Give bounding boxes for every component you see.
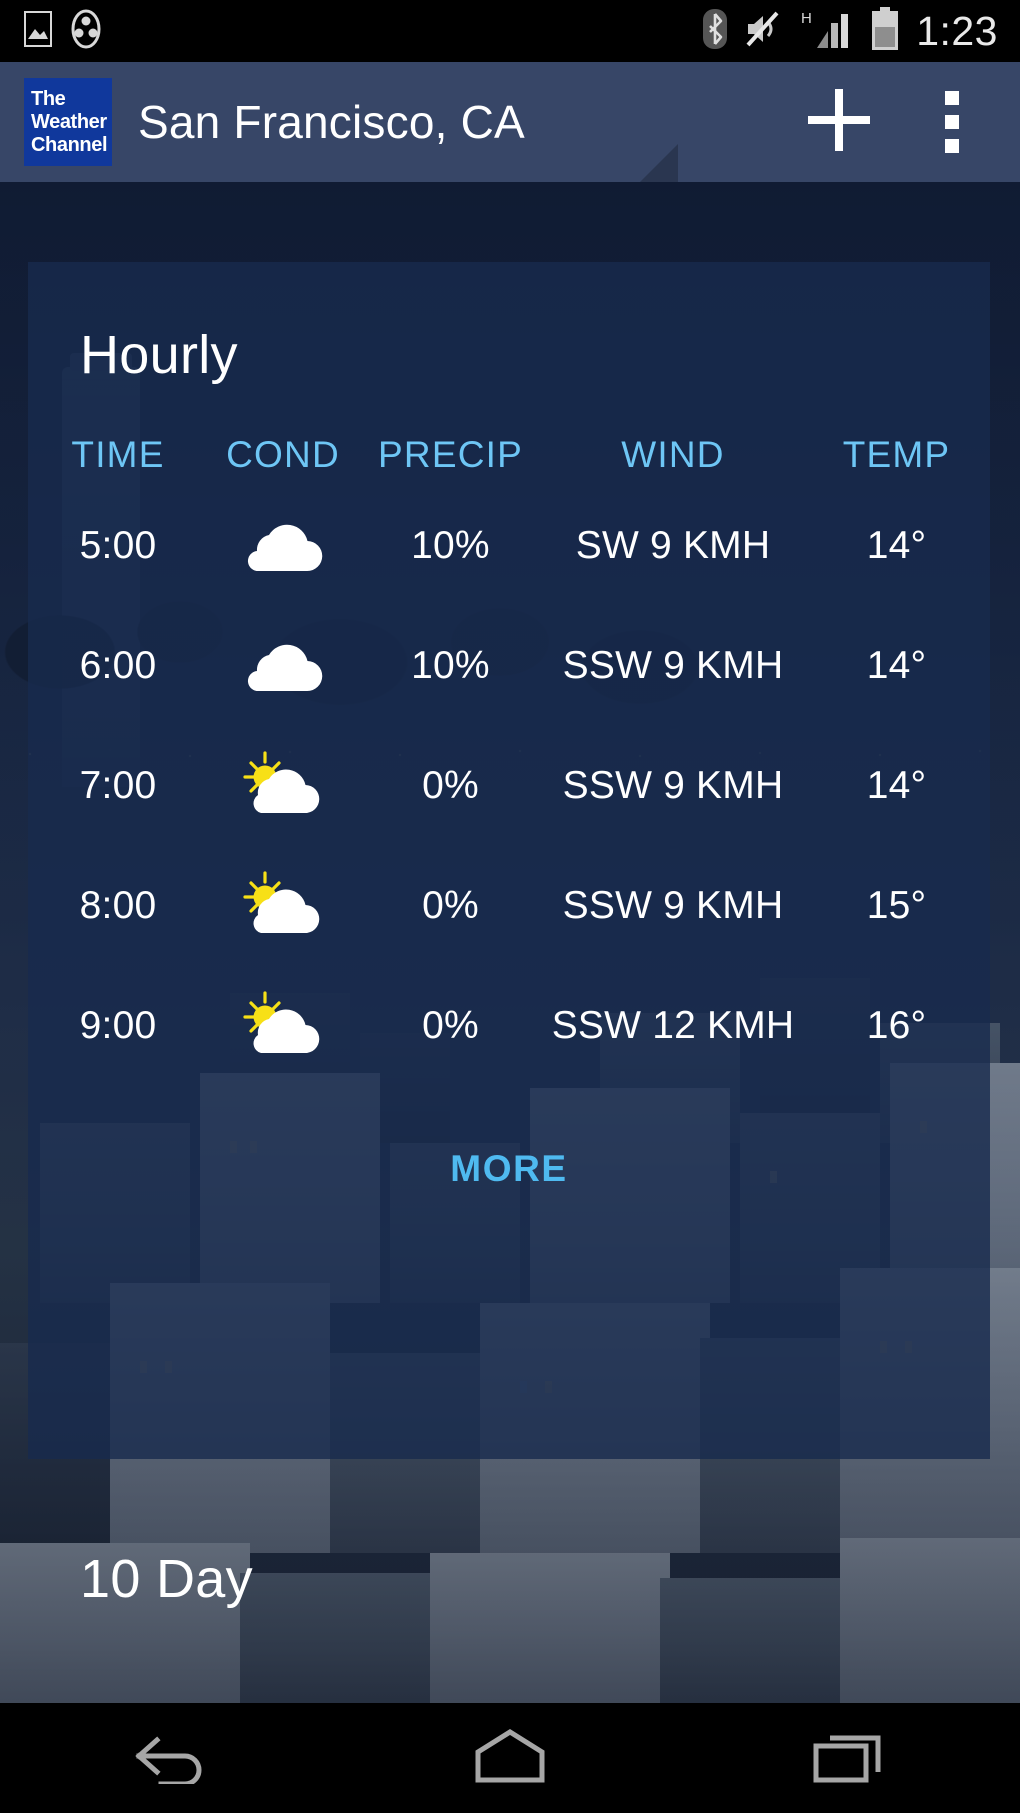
media-icon: [66, 9, 106, 54]
row-wind: SSW 9 KMH: [562, 764, 784, 807]
table-row[interactable]: 8:00 0% SSW 9 KMH 15°: [28, 846, 990, 966]
partly-cloudy-icon: [235, 871, 331, 941]
column-header-cond: COND: [226, 434, 340, 475]
partly-cloudy-icon: [235, 991, 331, 1061]
battery-icon: [870, 6, 900, 56]
row-precip: 10%: [411, 644, 490, 687]
row-wind: SW 9 KMH: [575, 524, 771, 567]
table-row[interactable]: 7:00 0% SSW 9 KMH 14°: [28, 726, 990, 846]
hspa-signal-icon: H: [798, 7, 854, 56]
row-temp: 14°: [866, 764, 927, 807]
row-precip: 10%: [411, 524, 490, 567]
row-cond: [208, 486, 358, 606]
row-temp: 15°: [866, 884, 927, 927]
row-precip: 0%: [422, 764, 479, 807]
nav-home-button[interactable]: [340, 1703, 680, 1813]
logo-line-2: Weather: [31, 110, 107, 133]
app-bar-decoration: [640, 144, 678, 182]
column-header-temp: TEMP: [842, 434, 951, 475]
row-cond: [208, 606, 358, 726]
recents-icon: [812, 1728, 888, 1789]
row-cond: [208, 846, 358, 966]
nav-recents-button[interactable]: [680, 1703, 1020, 1813]
logo-line-1: The: [31, 87, 66, 110]
hourly-table: TIME COND PRECIP WIND TEMP 5:00 10% SW 9…: [28, 434, 990, 1086]
table-row[interactable]: 6:00 10% SSW 9 KMH 14°: [28, 606, 990, 726]
row-cond: [208, 966, 358, 1086]
row-wind: SSW 12 KMH: [551, 1004, 795, 1047]
status-bar: H 1:23: [0, 0, 1020, 62]
status-clock: 1:23: [916, 7, 998, 54]
nav-back-button[interactable]: [0, 1703, 340, 1813]
hourly-title: Hourly: [80, 325, 238, 385]
add-location-button[interactable]: [784, 67, 894, 177]
row-time: 5:00: [79, 524, 157, 567]
hourly-rows: 5:00 10% SW 9 KMH 14° 6:00 10% SSW 9 KMH…: [28, 486, 990, 1086]
table-row[interactable]: 5:00 10% SW 9 KMH 14°: [28, 486, 990, 606]
row-time: 7:00: [79, 764, 157, 807]
column-header-wind: WIND: [621, 434, 725, 475]
row-precip: 0%: [422, 1004, 479, 1047]
column-header-time: TIME: [71, 434, 165, 475]
app-bar: The Weather Channel San Francisco, CA: [0, 62, 1020, 182]
logo-line-3: Channel: [31, 133, 108, 156]
mute-icon: [744, 9, 782, 54]
overflow-dot-icon: [945, 115, 959, 129]
row-time: 6:00: [79, 644, 157, 687]
ten-day-section[interactable]: 10 Day: [0, 1460, 1020, 1703]
column-header-precip: PRECIP: [378, 434, 523, 475]
home-icon: [470, 1728, 550, 1789]
bluetooth-icon: [702, 8, 728, 55]
row-wind: SSW 9 KMH: [562, 884, 784, 927]
overflow-dot-icon: [945, 91, 959, 105]
android-nav-bar: [0, 1703, 1020, 1813]
row-precip: 0%: [422, 884, 479, 927]
location-title[interactable]: San Francisco, CA: [138, 95, 525, 149]
weather-channel-logo[interactable]: The Weather Channel: [24, 78, 112, 166]
row-time: 8:00: [79, 884, 157, 927]
more-button[interactable]: MORE: [426, 1138, 591, 1200]
hourly-header-row: TIME COND PRECIP WIND TEMP: [28, 434, 990, 486]
hourly-card: Hourly TIME COND PRECIP WIND TEMP 5:00 1…: [28, 262, 990, 1459]
plus-icon: [804, 85, 874, 160]
row-temp: 14°: [866, 524, 927, 567]
cloudy-icon: [235, 631, 331, 701]
row-cond: [208, 726, 358, 846]
table-row[interactable]: 9:00 0% SSW 12 KMH 16°: [28, 966, 990, 1086]
row-time: 9:00: [79, 1004, 157, 1047]
back-icon: [127, 1728, 213, 1789]
ten-day-title: 10 Day: [80, 1549, 253, 1609]
cloudy-icon: [235, 511, 331, 581]
svg-text:H: H: [801, 10, 812, 27]
phone-screen: H 1:23 The Weather Channel San Francisco…: [0, 0, 1020, 1813]
row-temp: 16°: [866, 1004, 927, 1047]
row-temp: 14°: [866, 644, 927, 687]
image-icon: [24, 10, 52, 52]
partly-cloudy-icon: [235, 751, 331, 821]
overflow-menu-button[interactable]: [904, 67, 1000, 177]
row-wind: SSW 9 KMH: [562, 644, 784, 687]
overflow-dot-icon: [945, 139, 959, 153]
